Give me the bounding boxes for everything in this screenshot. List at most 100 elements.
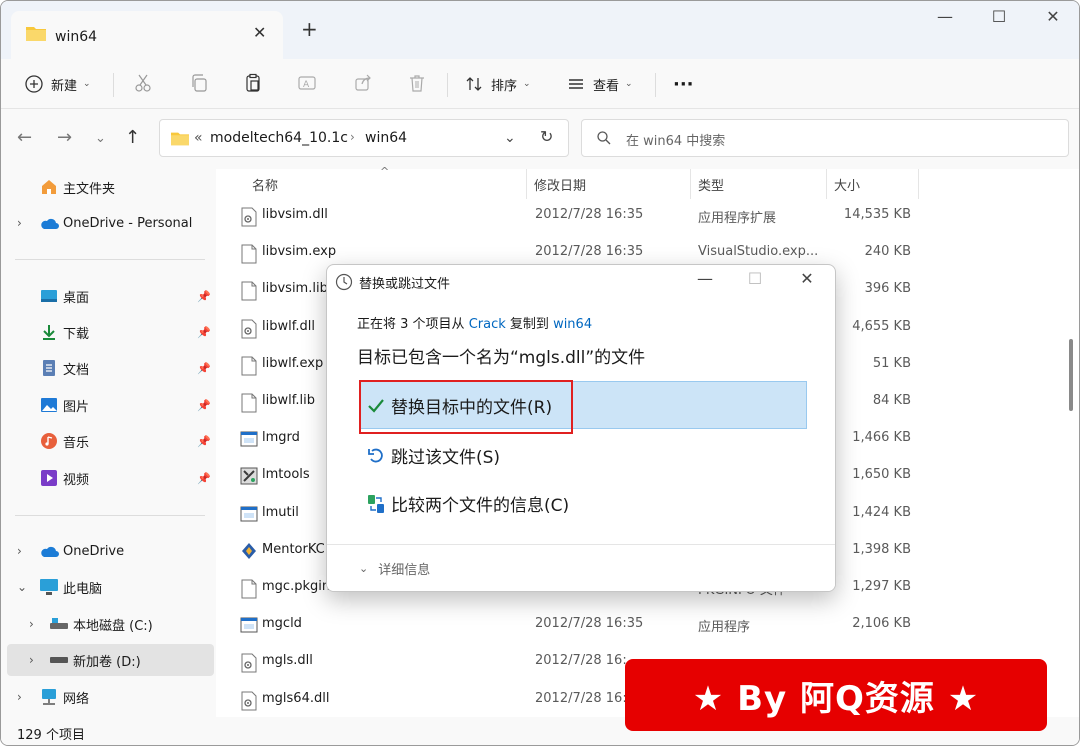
divider [447,73,448,97]
new-tab-button[interactable]: + [301,17,318,41]
sidebar-label: 此电脑 [63,581,103,597]
copy-mid: 复制到 [509,317,549,332]
more-options-button[interactable]: ··· [673,68,694,100]
dll-icon [240,653,258,673]
file-size: 2,106 KB [852,616,911,632]
pin-icon[interactable]: 📌 [197,399,211,412]
column-header-date[interactable]: 修改日期 [534,175,586,194]
file-name: libwlf.exp [262,355,324,371]
file-name: libwlf.dll [262,318,315,334]
sidebar-item-music[interactable]: 音乐 📌 [1,425,214,457]
column-divider[interactable] [690,169,691,199]
sidebar-item-drive-d[interactable]: › 新加卷 (D:) [7,644,214,676]
refresh-icon[interactable]: ↻ [540,127,553,146]
sidebar-item-home[interactable]: 主文件夹 [1,171,214,203]
details-toggle[interactable]: ⌄ 详细信息 [359,559,430,578]
sidebar-item-videos[interactable]: 视频 📌 [1,462,214,494]
column-divider[interactable] [826,169,827,199]
cut-icon[interactable] [131,71,155,95]
sidebar-item-desktop[interactable]: 桌面 📌 [1,280,214,312]
breadcrumb-win64[interactable]: win64 [365,130,407,146]
search-box[interactable]: 在 win64 中搜索 [581,119,1069,157]
source-folder-link[interactable]: Crack [469,317,506,332]
file-row[interactable]: mgcld 2012/7/28 16:35 应用程序 2,106 KB [216,606,1066,643]
skip-arrow-icon [365,447,387,465]
divider [15,515,205,516]
sidebar-item-downloads[interactable]: 下载 📌 [1,316,214,348]
address-dropdown-icon[interactable]: ⌄ [504,130,516,146]
sidebar-label: 文档 [63,362,90,378]
rename-icon[interactable]: A [295,71,319,95]
vertical-scrollbar[interactable] [1069,339,1073,411]
sidebar-item-onedrive[interactable]: › OneDrive [1,535,214,567]
column-divider[interactable] [526,169,527,199]
breadcrumb-modeltech[interactable]: modeltech64_10.1c [210,130,348,146]
sidebar-label: 下载 [63,326,90,342]
pin-icon[interactable]: 📌 [197,435,211,448]
new-button[interactable]: 新建 ⌄ [23,68,91,100]
sidebar-item-network[interactable]: › 网络 [1,681,214,713]
pin-icon[interactable]: 📌 [197,326,211,339]
dialog-footer: ⌄ 详细信息 [327,544,835,591]
recent-chevron-icon[interactable]: ⌄ [95,131,106,146]
document-icon [39,358,59,378]
cloud-icon [39,213,59,233]
column-header-row: 名称 ^ 修改日期 类型 大小 [216,165,1079,199]
sort-button[interactable]: 排序 ⌄ [463,68,531,100]
breadcrumb-separator-icon: › [350,130,355,144]
dll-icon [240,319,258,339]
check-icon [365,398,387,414]
chevron-right-icon: › [29,617,34,631]
file-size: 51 KB [872,355,911,371]
file-size: 1,424 KB [852,504,911,520]
tab-win64[interactable]: win64 ✕ [11,11,283,59]
address-bar[interactable]: « modeltech64_10.1c › win64 ⌄ ↻ [159,119,569,157]
dialog-close-button[interactable]: ✕ [787,269,827,288]
file-row[interactable]: libvsim.dll 2012/7/28 16:35 应用程序扩展 14,535 K… [216,197,1066,234]
destination-folder-link[interactable]: win64 [553,317,592,332]
column-header-name[interactable]: 名称 [252,175,278,194]
back-arrow-icon[interactable]: ← [17,127,32,148]
minimize-button[interactable]: — [925,7,965,31]
picture-icon [39,395,59,415]
forward-arrow-icon[interactable]: → [57,127,72,148]
chevron-down-icon: ⌄ [359,562,369,575]
sidebar-label: 新加卷 (D:) [73,654,141,670]
file-date: 2012/7/28 16:35 [535,616,644,632]
title-bar: win64 ✕ + — ☐ ✕ [1,1,1079,59]
sidebar-item-onedrive-personal[interactable]: › OneDrive - Personal [1,207,214,239]
video-icon [39,468,59,488]
compare-files-button[interactable]: 比较两个文件的信息(C) [365,491,569,516]
paste-icon[interactable] [241,71,265,95]
breadcrumb-overflow[interactable]: « [194,130,203,146]
delete-icon[interactable] [405,71,429,95]
plus-circle-icon [23,73,45,95]
folder-icon [170,129,190,151]
close-window-button[interactable]: ✕ [1033,7,1073,31]
sidebar-label: 音乐 [63,435,90,451]
sidebar-item-drive-c[interactable]: › 本地磁盘 (C:) [1,608,214,640]
skip-file-button[interactable]: 跳过该文件(S) [365,443,500,468]
sidebar-item-this-pc[interactable]: ⌄ 此电脑 [1,571,214,603]
sidebar-item-documents[interactable]: 文档 📌 [1,352,214,384]
pin-icon[interactable]: 📌 [197,362,211,375]
copy-icon[interactable] [187,71,211,95]
file-date: 2012/7/28 16: [535,653,627,669]
share-icon[interactable] [351,71,375,95]
view-button[interactable]: 查看 ⌄ [565,68,633,100]
dialog-maximize-button: ☐ [747,269,763,288]
pin-icon[interactable]: 📌 [197,290,211,303]
sidebar-label: 桌面 [63,290,90,306]
maximize-button[interactable]: ☐ [979,7,1019,31]
close-tab-icon[interactable]: ✕ [253,23,266,42]
replace-files-button[interactable]: 替换目标中的文件(R) [365,393,552,418]
column-header-size[interactable]: 大小 [834,175,860,194]
tool-icon [240,467,258,487]
up-arrow-icon[interactable]: ↑ [125,127,140,148]
dialog-minimize-button[interactable]: — [685,269,725,288]
sidebar-label: 网络 [63,691,90,707]
column-header-type[interactable]: 类型 [698,175,724,194]
pin-icon[interactable]: 📌 [197,472,211,485]
column-divider[interactable] [918,169,919,199]
sidebar-item-pictures[interactable]: 图片 📌 [1,389,214,421]
